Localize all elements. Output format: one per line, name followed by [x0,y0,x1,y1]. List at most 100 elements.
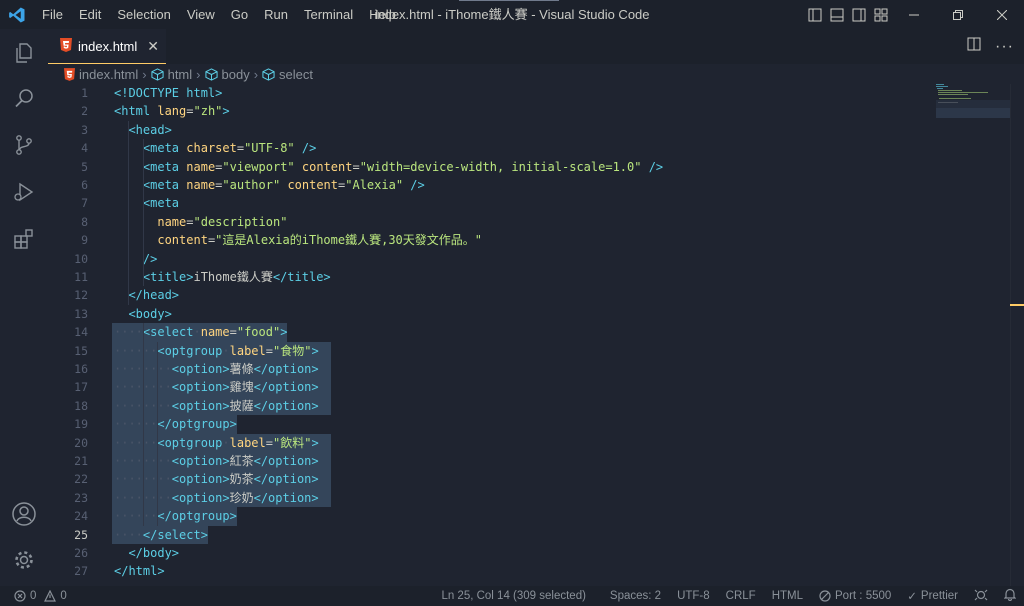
toggle-secondary-sidebar-icon[interactable] [848,0,870,29]
language-mode[interactable]: HTML [764,590,811,602]
code-line[interactable]: 7 <meta [48,194,1008,212]
code-line[interactable]: 20 ······<optgroup·label="飲料"> [48,433,1008,452]
indentation[interactable]: Spaces: 2 [602,590,669,602]
code-text: </head> [128,288,180,303]
encoding[interactable]: UTF-8 [669,590,718,602]
status-bar: 0 0 Ln 25, Col 14 (309 selected) Spaces:… [0,586,1024,606]
code-line[interactable]: 13 <body> [48,305,1008,323]
breadcrumb-html[interactable]: html [151,66,193,82]
close-window-icon[interactable] [980,0,1024,29]
code-line[interactable]: 21 ········<option>紅茶</option> [48,452,1008,471]
code-line[interactable]: 19 ······</optgroup> [48,415,1008,434]
problems-indicator[interactable]: 0 0 [0,590,67,602]
more-actions-icon[interactable]: ··· [995,38,1014,56]
element-cube-icon [151,67,164,81]
code-line[interactable]: 5 <meta name="viewport" content="width=d… [48,158,1008,176]
feedback-icon[interactable] [966,589,996,604]
explorer-icon[interactable] [0,29,48,77]
customize-layout-icon[interactable] [870,0,892,29]
code-text: <head> [128,122,172,137]
menu-item-help[interactable]: Help [361,0,404,29]
line-number: 23 [74,490,88,505]
code-line[interactable]: 1 <!DOCTYPE html> [48,84,1008,102]
menu-item-go[interactable]: Go [223,0,256,29]
double-check-icon: ✓ [907,591,917,603]
menu-item-run[interactable]: Run [256,0,296,29]
code-text: ······</optgroup> [114,509,237,524]
chevron-right-icon: › [142,66,147,82]
extensions-icon[interactable] [0,215,48,263]
prettier-status[interactable]: ✓ Prettier [899,589,966,603]
code-line[interactable]: 12 </head> [48,286,1008,304]
minimap[interactable] [936,84,1010,586]
search-icon[interactable] [0,74,48,122]
code-line[interactable]: 26 </body> [48,544,1008,562]
close-tab-icon[interactable]: ✕ [147,38,159,55]
code-line[interactable]: 15 ······<optgroup·label="食物"> [48,341,1008,360]
code-line[interactable]: 17 ········<option>雞塊</option> [48,378,1008,397]
code-line[interactable]: 2 <html lang="zh"> [48,102,1008,120]
source-control-icon[interactable] [0,121,48,169]
manage-gear-icon[interactable] [0,536,48,584]
menu-item-file[interactable]: File [34,0,71,29]
run-debug-icon[interactable] [0,168,48,216]
activity-bar [0,29,48,586]
menu-item-terminal[interactable]: Terminal [296,0,361,29]
code-line[interactable]: 27 </html> [48,562,1008,580]
code-line[interactable]: 8 name="description" [48,213,1008,231]
window-controls [804,0,1024,29]
code-text: <meta name="author" content="Alexia" /> [142,178,425,192]
line-number: 5 [81,159,88,174]
code-line[interactable]: 4 <meta charset="UTF-8" /> [48,139,1008,157]
code-line[interactable]: 14 ····<select·name="food"> [48,323,1008,342]
code-line[interactable]: 24 ······</optgroup> [48,507,1008,526]
code-line[interactable]: 3 <head> [48,121,1008,139]
restore-icon[interactable] [936,0,980,29]
code-line[interactable]: 11 <title>iThome鐵人賽</title> [48,268,1008,286]
code-text: /> [142,251,158,266]
menu-item-edit[interactable]: Edit [71,0,109,29]
line-number: 20 [74,435,88,450]
code-text: ········<option>奶茶</option> [114,472,319,487]
code-line[interactable]: 9 content="這是Alexia的iThome鐵人賽,30天發文作品。" [48,231,1008,249]
code-line[interactable]: 16 ········<option>薯條</option> [48,360,1008,379]
account-icon[interactable] [0,490,48,538]
warning-icon [44,590,57,602]
tab-index-html[interactable]: index.html ✕ [48,29,166,64]
breadcrumb-file[interactable]: index.html [64,67,138,82]
menu-item-view[interactable]: View [179,0,223,29]
indent-guide [142,139,144,287]
vscode-logo-icon[interactable] [0,0,34,29]
live-server-port[interactable]: Port : 5500 [811,590,899,602]
breadcrumb-select[interactable]: select [262,67,313,82]
vertical-scrollbar[interactable] [1010,84,1024,586]
code-line[interactable]: 23 ········<option>珍奶</option> [48,488,1008,508]
toggle-sidebar-icon[interactable] [804,0,826,29]
code-line[interactable]: 18 ········<option>披薩</option> [48,396,1008,416]
line-number: 7 [81,196,88,211]
menu-item-selection[interactable]: Selection [109,0,178,29]
line-number: 15 [74,343,88,358]
error-icon [14,590,26,602]
code-text: ······</optgroup> [114,417,237,432]
scrollbar-cursor-marker [1010,304,1024,306]
code-editor[interactable]: 1 <!DOCTYPE html> 2 <html lang="zh"> 3 <head… [48,84,1024,586]
end-of-line[interactable]: CRLF [718,590,764,602]
split-editor-icon[interactable] [967,37,981,56]
line-number: 17 [74,380,88,395]
minimap-line [936,84,944,85]
notifications-bell-icon[interactable] [996,588,1024,604]
minimize-icon[interactable] [892,0,936,29]
indent-guide [157,341,159,526]
toggle-panel-icon[interactable] [826,0,848,29]
cursor-position[interactable]: Ln 25, Col 14 (309 selected) [433,590,593,602]
breadcrumb-body[interactable]: body [204,67,250,82]
html5-file-icon [60,37,72,55]
code-line[interactable]: 25 ····</select> [48,525,1008,544]
code-line[interactable]: 6 <meta name="author" content="Alexia" /… [48,176,1008,194]
code-line[interactable]: 10 /> [48,250,1008,268]
minimap-slider[interactable] [936,100,1010,118]
element-cube-icon [204,67,218,81]
breadcrumb-html-label: html [167,66,193,82]
code-line[interactable]: 22 ········<option>奶茶</option> [48,470,1008,489]
